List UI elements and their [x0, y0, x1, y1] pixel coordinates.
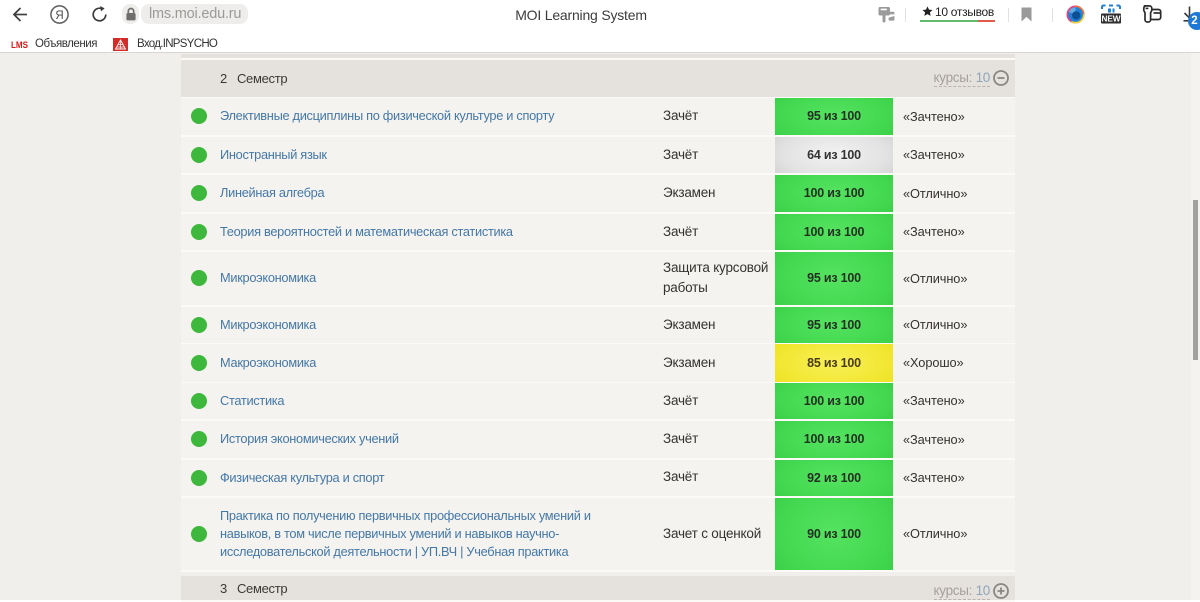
- svg-text:Я: Я: [55, 10, 63, 22]
- svg-text:NEW: NEW: [1101, 14, 1120, 23]
